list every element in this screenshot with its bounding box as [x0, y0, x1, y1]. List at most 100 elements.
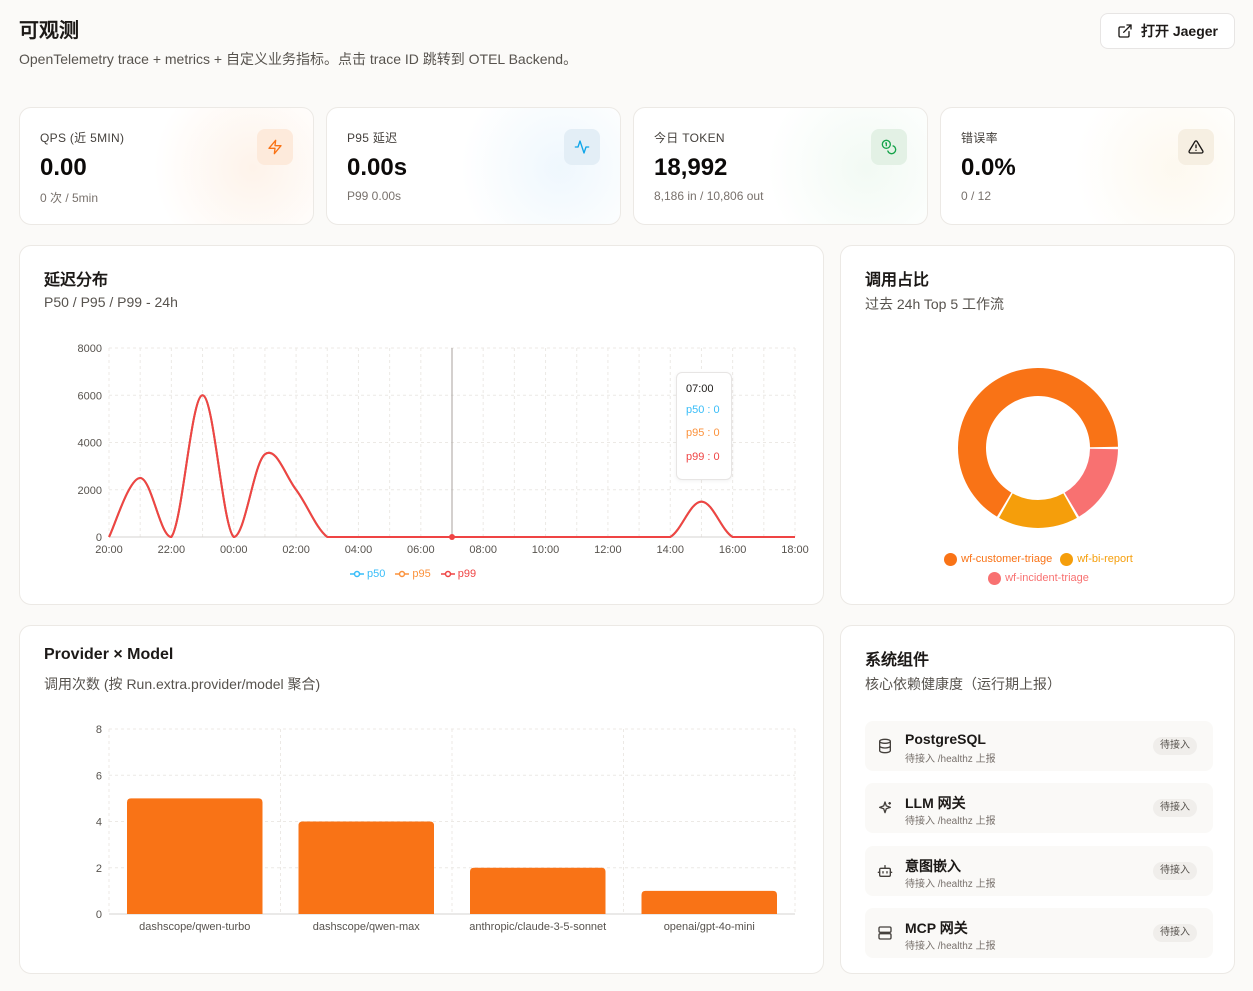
stat-label: P95 延迟 [347, 131, 398, 145]
y-tick-label: 8 [96, 724, 102, 736]
x-tick-label: 06:00 [407, 544, 435, 556]
status-badge: 待接入 [1153, 799, 1197, 817]
stat-value: 0.00s [347, 154, 408, 181]
x-tick-label: openai/gpt-4o-mini [664, 921, 755, 933]
components-panel: 系统组件 核心依赖健康度（运行期上报） PostgreSQL 待接入 /heal… [840, 625, 1235, 974]
legend-item-p95[interactable]: p95 [395, 568, 431, 580]
stat-label: 错误率 [961, 131, 998, 145]
pie-slice-wf-incident-triage [1064, 448, 1118, 517]
card-glow [153, 108, 313, 224]
component-desc: 待接入 /healthz 上报 [905, 941, 996, 952]
stat-value: 0.00 [40, 154, 87, 181]
card-glow [767, 108, 927, 224]
tooltip-p99: p99 : 0 [686, 451, 720, 463]
open-jaeger-button[interactable]: 打开 Jaeger [1100, 13, 1235, 49]
panel-subtitle: 核心依赖健康度（运行期上报） [865, 676, 1061, 692]
stat-card-token: 今日 TOKEN 18,992 8,186 in / 10,806 out [633, 107, 928, 225]
x-tick-label: 22:00 [158, 544, 186, 556]
component-name: MCP 网关 [905, 920, 968, 936]
page-title: 可观测 [19, 20, 79, 42]
coins-icon [871, 129, 907, 165]
y-tick-label: 0 [96, 909, 102, 921]
component-desc: 待接入 /healthz 上报 [905, 879, 996, 890]
stat-sub: 0 / 12 [961, 189, 992, 203]
component-row-llm-gateway[interactable]: LLM 网关 待接入 /healthz 上报 待接入 [865, 783, 1213, 833]
x-tick-label: 04:00 [345, 544, 373, 556]
bar-chart: 0 2 4 6 8 dashscope/qwen-turbo dashscope/qwen-… [96, 724, 796, 933]
component-row-mcp-gateway[interactable]: MCP 网关 待接入 /healthz 上报 待接入 [865, 908, 1213, 958]
stat-label: 今日 TOKEN [654, 131, 725, 145]
x-tick-label: 18:00 [781, 544, 809, 556]
component-row-postgresql[interactable]: PostgreSQL 待接入 /healthz 上报 待接入 [865, 721, 1213, 771]
external-link-icon [1118, 24, 1132, 38]
panel-title: 系统组件 [865, 652, 930, 669]
x-tick-label: 20:00 [95, 544, 123, 556]
x-tick-label: dashscope/qwen-max [313, 921, 421, 933]
tooltip-p50: p50 : 0 [686, 404, 720, 416]
component-row-intent-embedding[interactable]: 意图嵌入 待接入 /healthz 上报 待接入 [865, 846, 1213, 896]
bot-icon [877, 865, 893, 877]
lightning-icon [257, 129, 293, 165]
legend-item-p50[interactable]: p50 [350, 568, 385, 580]
latency-panel: 延迟分布 P50 / P95 / P99 - 24h 0 2000 4000 6000… [19, 245, 824, 605]
legend-item-wf-customer-triage[interactable]: wf-customer-triage [944, 552, 1052, 567]
bar-dashscope/qwen-turbo [127, 798, 263, 914]
cursor-dot [449, 534, 455, 540]
legend-dot [988, 572, 1002, 585]
y-tick-label: 6000 [78, 390, 102, 402]
y-tick-label: 4000 [78, 438, 102, 450]
chart-tooltip: 07:00 p50 : 0 p95 : 0 p99 : 0 [676, 372, 732, 480]
provider-panel: Provider × Model 调用次数 (按 Run.extra.provi… [19, 625, 824, 974]
x-tick-label: anthropic/claude-3-5-sonnet [469, 921, 606, 933]
stat-value: 0.0% [961, 154, 1016, 181]
bar-openai/gpt-4o-mini [641, 890, 777, 914]
chart-legend: wf-customer-triage wf-bi-report wf-inciden… [841, 552, 1236, 590]
sparkles-icon [879, 801, 891, 814]
page-subtitle: OpenTelemetry trace + metrics + 自定义业务指标。… [19, 51, 578, 67]
x-tick-label: 08:00 [469, 544, 497, 556]
legend-item-wf-incident-triage[interactable]: wf-incident-triage [988, 571, 1089, 586]
legend-dot [944, 553, 958, 566]
stat-value: 18,992 [654, 154, 728, 181]
stat-sub: P99 0.00s [347, 189, 402, 203]
stat-card-error: 错误率 0.0% 0 / 12 [940, 107, 1235, 225]
pie-slice-wf-bi-report [999, 493, 1077, 528]
component-name: LLM 网关 [905, 795, 966, 811]
calls-panel: 调用占比 过去 24h Top 5 工作流 wf-customer-triage… [840, 245, 1235, 605]
x-tick-label: 16:00 [719, 544, 747, 556]
y-tick-label: 8000 [78, 343, 102, 355]
status-badge: 待接入 [1153, 924, 1197, 942]
warning-icon [1178, 129, 1214, 165]
y-tick-label: 0 [96, 532, 102, 544]
stat-card-p95: P95 延迟 0.00s P99 0.00s [326, 107, 621, 225]
x-tick-label: dashscope/qwen-turbo [139, 921, 250, 933]
card-glow [460, 108, 620, 224]
chart-legend: p50 p95 p99 [350, 568, 476, 580]
tooltip-p95: p95 : 0 [686, 427, 720, 439]
open-jaeger-label: 打开 Jaeger [1140, 23, 1219, 39]
bar-dashscope/qwen-max [298, 821, 434, 914]
x-tick-label: 12:00 [594, 544, 622, 556]
y-tick-label: 4 [96, 817, 102, 829]
server-icon [878, 926, 892, 940]
legend-item-wf-bi-report[interactable]: wf-bi-report [1060, 552, 1133, 567]
status-badge: 待接入 [1153, 737, 1197, 755]
tooltip-time: 07:00 [686, 383, 714, 395]
component-desc: 待接入 /healthz 上报 [905, 754, 996, 765]
stat-card-qps: QPS (近 5MIN) 0.00 0 次 / 5min [19, 107, 314, 225]
activity-icon [564, 129, 600, 165]
legend-item-p99[interactable]: p99 [440, 568, 476, 580]
x-tick-label: 14:00 [657, 544, 685, 556]
y-tick-label: 2 [96, 863, 102, 875]
legend-dot [1060, 553, 1074, 566]
stat-sub: 8,186 in / 10,806 out [654, 189, 764, 203]
y-tick-label: 6 [96, 770, 102, 782]
status-badge: 待接入 [1153, 862, 1197, 880]
card-glow [1074, 108, 1234, 224]
x-tick-label: 02:00 [282, 544, 310, 556]
database-icon [879, 738, 891, 754]
y-tick-label: 2000 [78, 485, 102, 497]
stat-sub: 0 次 / 5min [40, 191, 99, 205]
component-name: 意图嵌入 [905, 858, 961, 874]
component-desc: 待接入 /healthz 上报 [905, 816, 996, 827]
